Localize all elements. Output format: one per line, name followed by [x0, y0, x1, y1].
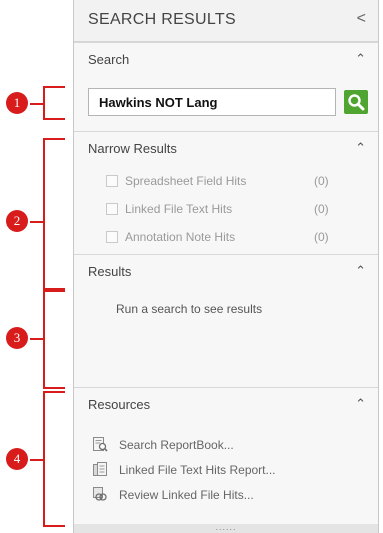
- narrow-results-title: Narrow Results: [88, 141, 177, 156]
- checkbox[interactable]: [106, 175, 118, 187]
- callout-connector-4: [30, 459, 44, 461]
- narrow-item-count: (0): [314, 202, 329, 216]
- callout-badge-1: 1: [6, 92, 28, 114]
- narrow-item-label: Spreadsheet Field Hits: [125, 174, 247, 188]
- resources-section-header[interactable]: Resources ⌃: [74, 387, 378, 421]
- narrow-item-count: (0): [314, 230, 329, 244]
- chevron-up-icon[interactable]: ⌃: [355, 396, 366, 412]
- narrow-item-linked-file-text-hits[interactable]: Linked File Text Hits (0): [106, 201, 346, 219]
- results-section-header[interactable]: Results ⌃: [74, 254, 378, 288]
- chevron-up-icon[interactable]: ⌃: [355, 263, 366, 279]
- narrow-item-label: Annotation Note Hits: [125, 230, 236, 244]
- collapse-panel-button[interactable]: <: [357, 10, 366, 28]
- callout-bracket-2: [43, 138, 65, 290]
- search-results-panel: SEARCH RESULTS < Search ⌃ Narrow Results…: [73, 0, 379, 533]
- panel-header: SEARCH RESULTS <: [74, 0, 378, 42]
- callout-badge-4: 4: [6, 448, 28, 470]
- callout-badge-2: 2: [6, 210, 28, 232]
- search-section-title: Search: [88, 52, 130, 67]
- resource-label: Review Linked File Hits...: [119, 488, 254, 502]
- checkbox[interactable]: [106, 203, 118, 215]
- narrow-item-annotation-note-hits[interactable]: Annotation Note Hits (0): [106, 229, 346, 247]
- search-section-header[interactable]: Search ⌃: [74, 42, 378, 76]
- chevron-up-icon[interactable]: ⌃: [355, 51, 366, 67]
- narrow-item-count: (0): [314, 174, 329, 188]
- callout-bracket-3: [43, 290, 65, 389]
- panel-title: SEARCH RESULTS: [88, 11, 236, 28]
- results-empty-message: Run a search to see results: [116, 302, 263, 316]
- resource-label: Search ReportBook...: [119, 438, 234, 452]
- narrow-results-section-header[interactable]: Narrow Results ⌃: [74, 131, 378, 165]
- callout-connector-3: [30, 338, 44, 340]
- callout-connector-2: [30, 221, 44, 223]
- callout-bracket-4: [43, 391, 65, 527]
- report-search-icon: [93, 437, 108, 452]
- search-icon: [348, 94, 365, 111]
- resize-grip[interactable]: ......: [74, 523, 378, 533]
- resource-label: Linked File Text Hits Report...: [119, 463, 276, 477]
- search-input[interactable]: [88, 88, 336, 116]
- linked-file-review-icon: [93, 487, 107, 501]
- resources-title: Resources: [88, 397, 151, 412]
- callout-bracket-1: [43, 86, 65, 120]
- narrow-item-spreadsheet-field-hits[interactable]: Spreadsheet Field Hits (0): [106, 173, 346, 191]
- document-report-icon: [93, 462, 107, 476]
- results-title: Results: [88, 264, 132, 279]
- checkbox[interactable]: [106, 231, 118, 243]
- callout-connector-1: [30, 103, 44, 105]
- chevron-up-icon[interactable]: ⌃: [355, 140, 366, 156]
- search-button[interactable]: [344, 90, 368, 114]
- narrow-item-label: Linked File Text Hits: [125, 202, 233, 216]
- callout-badge-3: 3: [6, 327, 28, 349]
